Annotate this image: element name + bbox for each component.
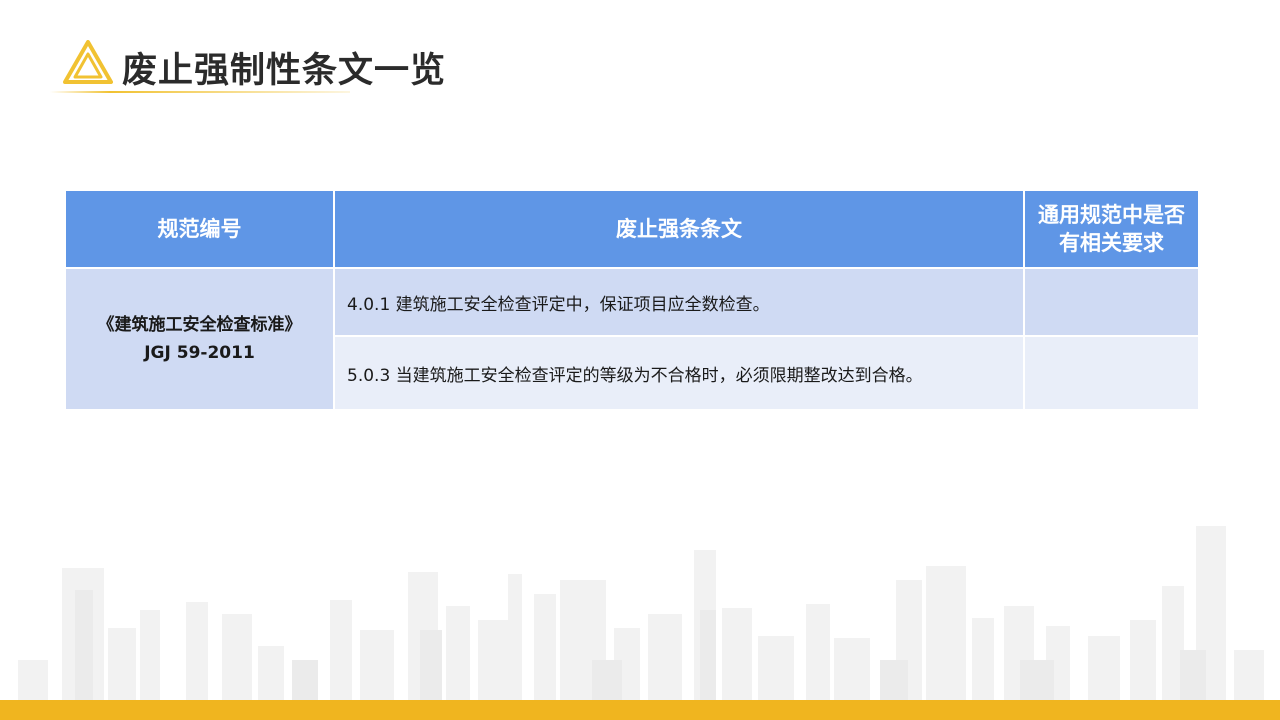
general-requirement-cell <box>1023 335 1200 411</box>
standard-code-cell: 《建筑施工安全检查标准》 JGJ 59-2011 <box>64 267 335 411</box>
slide-header: 废止强制性条文一览 <box>50 36 445 98</box>
standard-name: 《建筑施工安全检查标准》 <box>97 315 302 335</box>
column-header-code: 规范编号 <box>64 189 335 269</box>
title-underline <box>50 91 350 93</box>
bottom-accent-bar <box>0 700 1280 720</box>
triangle-logo-icon <box>63 40 113 84</box>
column-header-clause: 废止强条条文 <box>333 189 1025 269</box>
column-header-general-text: 通用规范中是否有相关要求 <box>1038 203 1185 255</box>
clause-cell: 5.0.3 当建筑施工安全检查评定的等级为不合格时，必须限期整改达到合格。 <box>333 335 1025 411</box>
abolished-clauses-table: 规范编号 废止强条条文 通用规范中是否有相关要求 《建筑施工安全检查标准》 JG… <box>64 189 1200 411</box>
page-title: 废止强制性条文一览 <box>122 51 447 91</box>
table-row: 《建筑施工安全检查标准》 JGJ 59-2011 4.0.1 建筑施工安全检查评… <box>64 267 1200 411</box>
table-header-row: 规范编号 废止强条条文 通用规范中是否有相关要求 <box>64 189 1200 269</box>
column-header-general: 通用规范中是否有相关要求 <box>1023 189 1200 269</box>
clause-cell: 4.0.1 建筑施工安全检查评定中，保证项目应全数检查。 <box>333 267 1025 337</box>
city-skyline-icon <box>18 526 1264 700</box>
standard-number: JGJ 59-2011 <box>144 343 255 363</box>
general-requirement-cell <box>1023 267 1200 337</box>
